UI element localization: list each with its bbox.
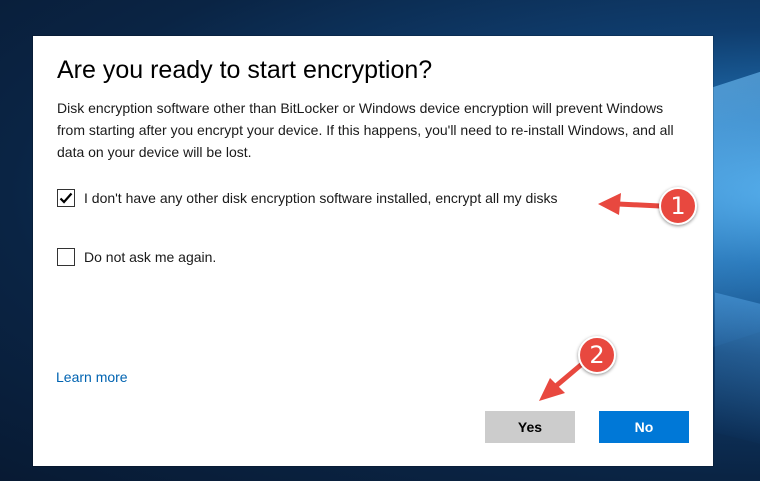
learn-more-link[interactable]: Learn more [56,369,128,385]
no-button[interactable]: No [599,411,689,443]
dialog-description: Disk encryption software other than BitL… [57,100,674,160]
encrypt-all-disks-option[interactable]: I don't have any other disk encryption s… [57,189,557,207]
do-not-ask-label: Do not ask me again. [84,249,217,265]
step-1-badge: 1 [659,187,697,225]
encrypt-all-disks-checkbox[interactable] [57,189,75,207]
do-not-ask-checkbox[interactable] [57,248,75,266]
wallpaper-light-beam [715,292,760,448]
do-not-ask-option[interactable]: Do not ask me again. [57,248,216,266]
yes-button[interactable]: Yes [485,411,575,443]
checkmark-icon [59,192,73,204]
step-2-badge: 2 [578,336,616,374]
encryption-dialog: Are you ready to start encryption? Disk … [33,36,713,466]
dialog-title: Are you ready to start encryption? [57,56,433,84]
encrypt-all-disks-label: I don't have any other disk encryption s… [84,190,558,206]
